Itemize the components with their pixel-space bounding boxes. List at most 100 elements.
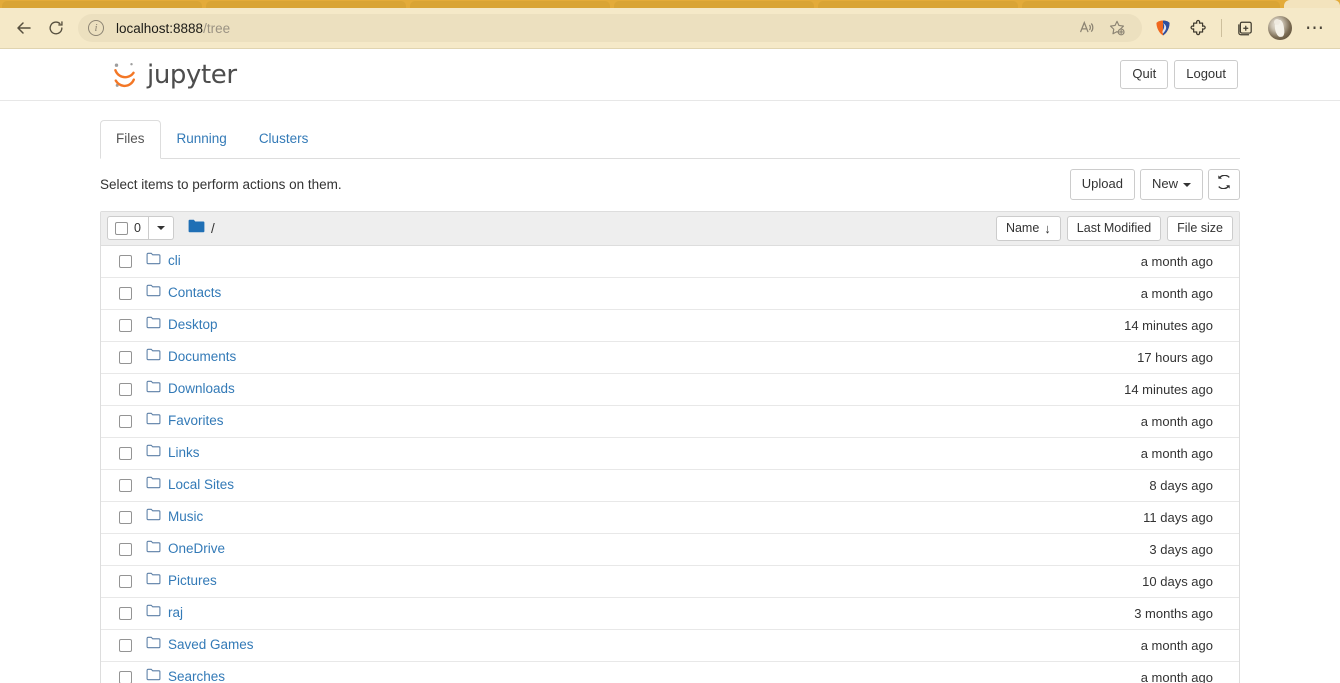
folder-icon [146,540,161,558]
file-link[interactable]: OneDrive [168,540,225,559]
file-link[interactable]: Favorites [168,412,224,431]
file-link[interactable]: Contacts [168,284,221,303]
file-modified: 17 hours ago [1137,349,1213,365]
file-modified: 11 days ago [1143,509,1213,525]
file-modified: a month ago [1140,285,1213,301]
info-icon[interactable]: i [88,20,104,36]
select-all-checkbox[interactable] [115,221,128,235]
browser-tab[interactable] [2,1,202,8]
tab-running[interactable]: Running [161,120,243,159]
row-checkbox[interactable] [119,638,132,652]
jupyter-logo-text: jupyter [147,59,237,90]
table-row[interactable]: Favorites a month ago [101,406,1239,438]
folder-icon [146,252,161,270]
tab-clusters[interactable]: Clusters [243,120,325,159]
browser-tab[interactable] [410,1,610,8]
browser-tab[interactable] [614,1,814,8]
address-bar[interactable]: i localhost:8888/tree [78,14,1142,42]
row-checkbox[interactable] [119,382,132,396]
file-link[interactable]: raj [168,604,183,623]
chevron-down-icon [156,226,165,231]
extensions-puzzle-icon[interactable] [1181,11,1215,45]
file-link[interactable]: Desktop [168,316,218,335]
quit-button[interactable]: Quit [1120,60,1169,89]
tab-files[interactable]: Files [100,120,161,159]
selection-dropdown-button[interactable] [148,216,174,241]
row-checkbox[interactable] [119,286,132,300]
table-row[interactable]: Downloads 14 minutes ago [101,374,1239,406]
browser-toolbar: i localhost:8888/tree ⋯ [0,8,1340,49]
reload-icon[interactable] [40,12,72,44]
select-all-group[interactable]: 0 [107,216,149,241]
more-options-icon[interactable]: ⋯ [1298,11,1332,45]
row-checkbox[interactable] [119,510,132,524]
refresh-button[interactable] [1208,169,1240,201]
row-checkbox[interactable] [119,446,132,460]
file-link[interactable]: Local Sites [168,476,234,495]
row-checkbox[interactable] [119,414,132,428]
table-row[interactable]: Contacts a month ago [101,278,1239,310]
new-button-label: New [1151,176,1178,192]
file-link[interactable]: Downloads [168,380,235,399]
folder-icon [146,284,161,302]
add-collection-icon[interactable] [1228,11,1262,45]
table-row[interactable]: Documents 17 hours ago [101,342,1239,374]
browser-tab[interactable] [1022,1,1280,8]
file-link[interactable]: Links [168,444,200,463]
sort-by-size-button[interactable]: File size [1167,215,1233,241]
file-link[interactable]: Documents [168,348,236,367]
file-link[interactable]: Saved Games [168,636,254,655]
table-row[interactable]: Local Sites 8 days ago [101,470,1239,502]
back-arrow-icon[interactable] [8,12,40,44]
breadcrumb: / [188,219,215,238]
sort-descending-arrow-icon: ↓ [1044,220,1051,236]
file-rows: cli a month ago Contacts a month ago Desktop… [101,246,1239,683]
row-checkbox[interactable] [119,478,132,492]
browser-tabstrip [0,0,1340,8]
row-checkbox[interactable] [119,350,132,364]
table-row[interactable]: Pictures 10 days ago [101,566,1239,598]
sort-by-modified-button[interactable]: Last Modified [1066,215,1162,241]
toolbar-divider [1221,19,1222,37]
folder-icon [146,348,161,366]
logout-button[interactable]: Logout [1174,60,1238,89]
file-link[interactable]: Pictures [168,572,217,591]
table-row[interactable]: Saved Games a month ago [101,630,1239,662]
selection-controls: 0 [107,216,174,241]
browser-tab[interactable] [818,1,1018,8]
read-aloud-icon[interactable] [1072,14,1102,42]
table-row[interactable]: Links a month ago [101,438,1239,470]
row-checkbox[interactable] [119,542,132,556]
row-checkbox[interactable] [119,574,132,588]
row-checkbox[interactable] [119,318,132,332]
table-row[interactable]: cli a month ago [101,246,1239,278]
jupyter-logo[interactable]: jupyter [112,60,237,90]
upload-button[interactable]: Upload [1069,169,1135,201]
browser-tab-active[interactable] [1284,0,1340,8]
row-checkbox[interactable] [119,670,132,683]
browser-extension-icon[interactable] [1146,11,1180,45]
browser-tab[interactable] [206,1,406,8]
chevron-down-icon [1183,183,1191,188]
new-button[interactable]: New [1139,169,1203,201]
add-favorite-icon[interactable] [1102,14,1132,42]
row-checkbox[interactable] [119,606,132,620]
file-link[interactable]: cli [168,252,181,271]
file-link[interactable]: Searches [168,668,225,683]
file-link[interactable]: Music [168,508,203,527]
sort-by-name-button[interactable]: Name ↓ [995,215,1061,241]
breadcrumb-root[interactable]: / [211,221,215,236]
table-row[interactable]: raj 3 months ago [101,598,1239,630]
folder-icon [146,604,161,622]
table-row[interactable]: Music 11 days ago [101,502,1239,534]
url-text: localhost:8888/tree [116,21,230,36]
table-row[interactable]: Desktop 14 minutes ago [101,310,1239,342]
nav-tabs: Files Running Clusters [100,120,1240,159]
profile-avatar[interactable] [1268,16,1292,40]
avatar-image-detail [1274,19,1280,25]
table-row[interactable]: Searches a month ago [101,662,1239,683]
row-checkbox[interactable] [119,254,132,268]
table-row[interactable]: OneDrive 3 days ago [101,534,1239,566]
browser-chrome-actions: ⋯ [1146,11,1332,45]
action-bar: Select items to perform actions on them.… [100,169,1240,201]
